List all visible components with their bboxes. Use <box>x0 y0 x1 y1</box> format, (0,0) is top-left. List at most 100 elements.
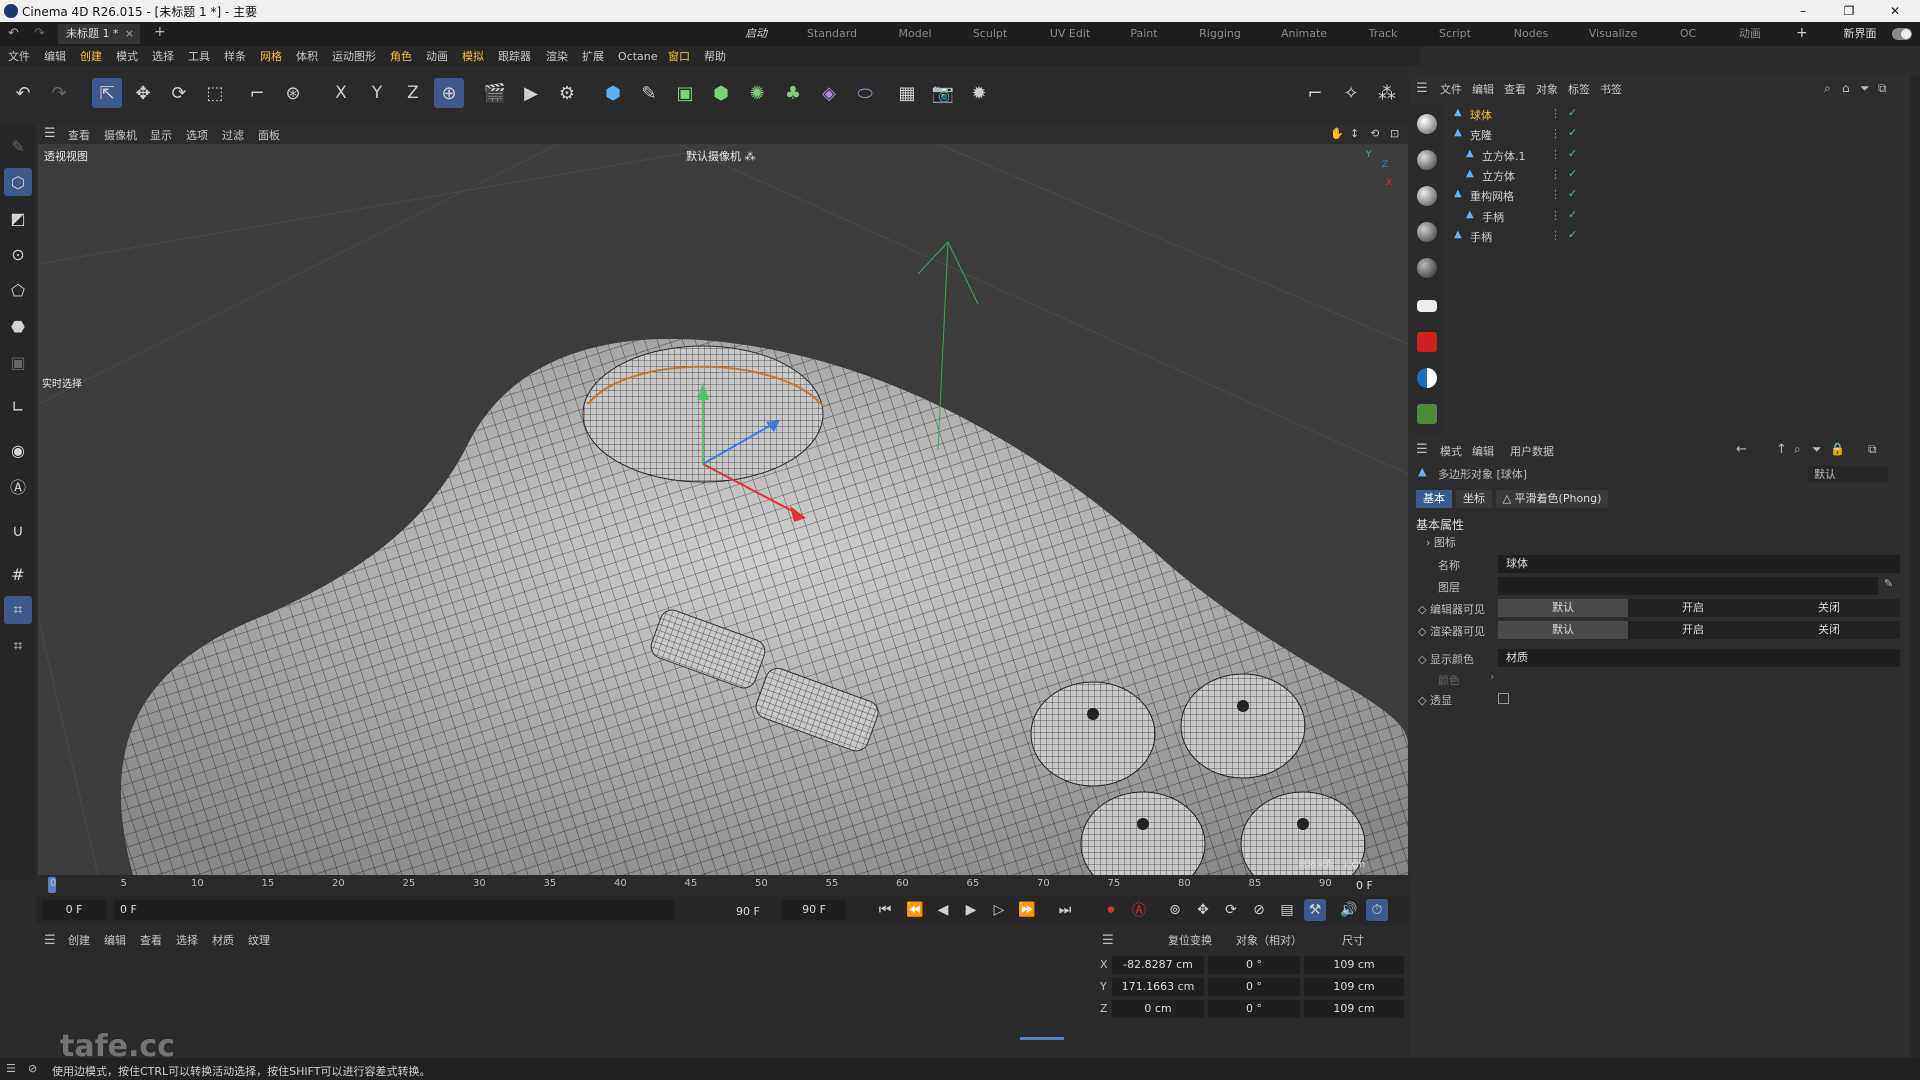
display-color-dropdown[interactable]: 材质 <box>1498 649 1900 667</box>
preset-dropdown[interactable]: 默认 <box>1808 466 1888 482</box>
visibility-toggle-icon[interactable]: ⋮ <box>1550 168 1561 181</box>
position-z-field[interactable]: 0 cm <box>1112 1000 1204 1018</box>
rotation-x-field[interactable]: 0 ° <box>1208 956 1300 974</box>
point-mode-icon[interactable]: ⊙ <box>4 240 32 268</box>
new-interface-button[interactable]: 新界面 <box>1836 25 1884 43</box>
layout-tab-paint[interactable]: Paint <box>1124 25 1164 43</box>
object-menu-edit[interactable]: 编辑 <box>1472 82 1494 98</box>
coord-mode-dropdown[interactable]: 对象（相对） <box>1236 933 1302 949</box>
prev-key-icon[interactable]: ⏪ <box>904 899 926 921</box>
attr-menu-edit[interactable]: 编辑 <box>1472 444 1494 460</box>
make-editable-icon[interactable]: ✎ <box>4 132 32 160</box>
toggle-switch-icon[interactable] <box>1892 28 1912 40</box>
field-icon[interactable]: ⬭ <box>850 78 880 108</box>
object-row[interactable]: ▲ 立方体.1 ⋮ ✓ <box>1444 145 1884 165</box>
object-row[interactable]: ▲ 手柄 ⋮ ✓ <box>1444 226 1884 246</box>
enabled-check-icon[interactable]: ✓ <box>1568 147 1577 160</box>
layer-field[interactable] <box>1498 577 1878 595</box>
pla-key-icon[interactable]: ⚒ <box>1304 899 1326 921</box>
lock-x-axis-button[interactable]: X <box>326 78 356 108</box>
lock-z-axis-button[interactable]: Z <box>398 78 428 108</box>
axis-mode-icon[interactable]: ∟ <box>4 392 32 420</box>
cloner-tag-icon[interactable] <box>1417 404 1437 424</box>
layout-tab-standard[interactable]: Standard <box>800 25 864 43</box>
rotate-tool-icon[interactable]: ⟳ <box>164 78 194 108</box>
add-tab-button[interactable]: + <box>154 24 166 40</box>
menu-mograph[interactable]: 运动图形 <box>332 49 376 65</box>
timeline-ruler[interactable]: 0 5 10 15 20 25 30 35 40 45 50 55 60 65 70 75 80 85 90 0 F <box>36 875 1410 895</box>
generator-icon[interactable]: ⬢ <box>706 78 736 108</box>
menu-select[interactable]: 选择 <box>152 49 174 65</box>
cube-primitive-icon[interactable]: ⬢ <box>598 78 628 108</box>
texture-mode-icon[interactable]: ◩ <box>4 204 32 232</box>
object-menu-tags[interactable]: 标签 <box>1568 82 1590 98</box>
object-hamburger-icon[interactable]: ☰ <box>1416 81 1428 96</box>
camera-icon[interactable]: 📷 <box>928 78 958 108</box>
timeline-mode-icon[interactable]: ⏱ <box>1366 899 1388 921</box>
attr-hamburger-icon[interactable]: ☰ <box>1416 442 1428 457</box>
locked-workplane-icon[interactable]: ⌗ <box>4 632 32 660</box>
menu-octane[interactable]: Octane <box>618 49 658 65</box>
undo-button[interactable]: ↶ <box>8 78 38 108</box>
search-icon[interactable]: ⌕ <box>1824 81 1831 96</box>
material-ball-icon[interactable] <box>1417 114 1437 134</box>
position-x-field[interactable]: -82.8287 cm <box>1112 956 1204 974</box>
home-icon[interactable]: ⌂ <box>1842 81 1850 95</box>
layout-tab-rigging[interactable]: Rigging <box>1190 25 1250 43</box>
up-arrow-icon[interactable]: ↑ <box>1776 442 1787 457</box>
attr-menu-mode[interactable]: 模式 <box>1440 444 1462 460</box>
effector-icon[interactable]: ♣ <box>778 78 808 108</box>
polygon-mode-icon[interactable]: ⬣ <box>4 312 32 340</box>
menu-simulate[interactable]: 模拟 <box>462 49 484 65</box>
rotation-y-field[interactable]: 0 ° <box>1208 978 1300 996</box>
go-to-start-icon[interactable]: ⏮ <box>874 899 896 921</box>
material-hamburger-icon[interactable]: ☰ <box>44 933 56 948</box>
menu-window[interactable]: 窗口 <box>668 49 690 65</box>
material-menu-create[interactable]: 创建 <box>68 933 90 949</box>
viewport-menu-filter[interactable]: 过滤 <box>222 127 244 143</box>
workplane-snap-icon[interactable]: ⌗ <box>4 596 32 624</box>
layer-picker-icon[interactable]: ✎ <box>1884 577 1893 590</box>
add-layout-button[interactable]: + <box>1796 25 1808 41</box>
menu-character[interactable]: 角色 <box>390 49 412 65</box>
close-button[interactable]: ✕ <box>1872 0 1918 22</box>
coordinate-system-icon[interactable]: ⊛ <box>278 78 308 108</box>
menu-create[interactable]: 创建 <box>80 49 102 65</box>
tab-coordinates[interactable]: 坐标 <box>1456 490 1492 508</box>
object-row[interactable]: ▲ 立方体 ⋮ ✓ <box>1444 165 1884 185</box>
filter-icon[interactable]: ⏷ <box>1860 81 1870 96</box>
coord-hamburger-icon[interactable]: ☰ <box>1102 933 1114 948</box>
back-arrow-icon[interactable]: ← <box>1736 442 1747 457</box>
rotation-key-icon[interactable]: ⟳ <box>1220 899 1242 921</box>
attr-new-window-icon[interactable]: ⧉ <box>1868 442 1877 457</box>
editor-visible-off[interactable]: 关闭 <box>1758 599 1900 617</box>
edge-mode-icon[interactable]: ⬠ <box>4 276 32 304</box>
icon-row-toggle[interactable]: › 图标 <box>1426 534 1456 550</box>
redo-icon[interactable]: ↷ <box>34 26 45 41</box>
material-ball-icon[interactable] <box>1417 222 1437 242</box>
enabled-check-icon[interactable]: ✓ <box>1568 228 1577 241</box>
xray-checkbox[interactable] <box>1498 693 1509 704</box>
size-y-field[interactable]: 109 cm <box>1304 978 1404 996</box>
object-menu-object[interactable]: 对象 <box>1536 82 1558 98</box>
render-tag-icon[interactable] <box>1417 332 1437 352</box>
viewport-maximize-icon[interactable]: ⊡ <box>1390 127 1399 140</box>
layout-tab-animate[interactable]: Animate <box>1274 25 1334 43</box>
reset-transform-button[interactable]: 复位变换 <box>1168 933 1212 949</box>
layout-tab-visualize[interactable]: Visualize <box>1580 25 1646 43</box>
keyframe-diamond-icon[interactable]: ◇ <box>1418 625 1430 638</box>
editor-visible-default[interactable]: 默认 <box>1498 599 1628 617</box>
visibility-toggle-icon[interactable]: ⋮ <box>1550 229 1561 242</box>
sound-icon[interactable]: 🔊 <box>1338 899 1360 921</box>
layout-tab-script[interactable]: Script <box>1432 25 1478 43</box>
viewport-menu-camera[interactable]: 摄像机 <box>104 127 137 143</box>
subdivision-icon[interactable]: ▣ <box>670 78 700 108</box>
keyframe-diamond-icon[interactable]: ◇ <box>1418 603 1430 616</box>
rotation-z-field[interactable]: 0 ° <box>1208 1000 1300 1018</box>
position-key-icon[interactable]: ✥ <box>1192 899 1214 921</box>
coord-size-dropdown[interactable]: 尺寸 <box>1342 933 1364 949</box>
snap-settings-icon[interactable]: ✧ <box>1336 78 1366 108</box>
object-menu-file[interactable]: 文件 <box>1440 82 1462 98</box>
size-z-field[interactable]: 109 cm <box>1304 1000 1404 1018</box>
end-frame-field[interactable]: 90 F <box>782 900 846 920</box>
